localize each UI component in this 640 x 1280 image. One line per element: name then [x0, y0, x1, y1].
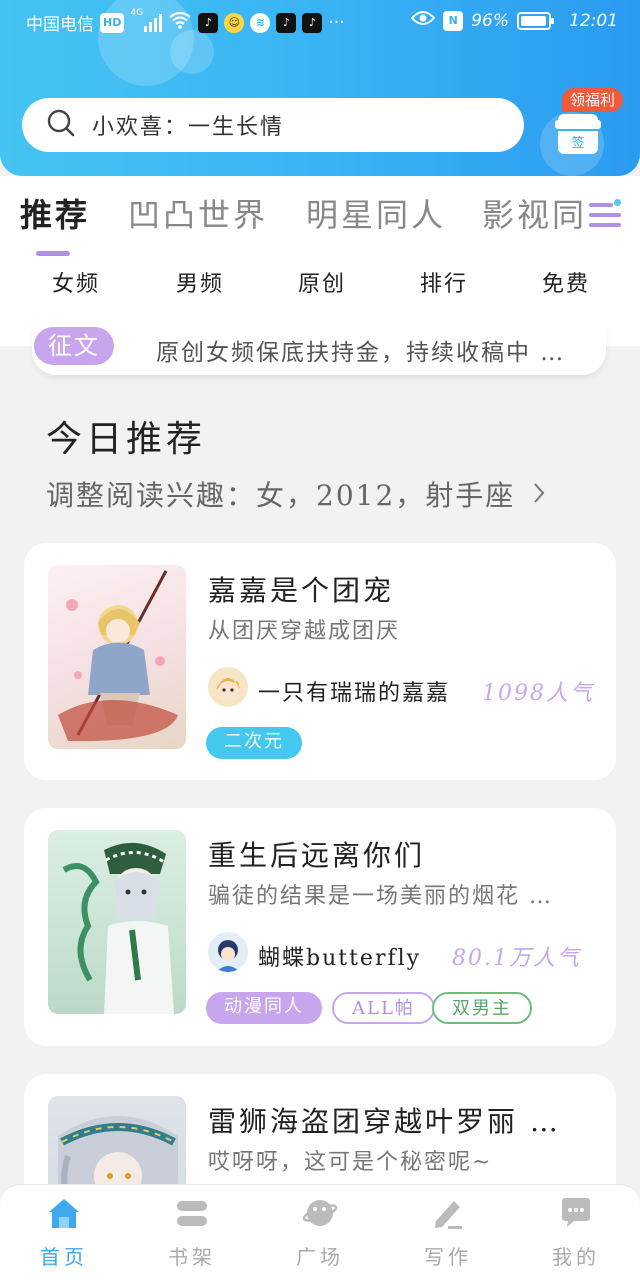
wifi-icon — [168, 11, 192, 34]
app-notification-icon: ☺ — [224, 12, 245, 33]
battery-icon — [517, 11, 554, 30]
subtab-free[interactable]: 免费 — [542, 266, 590, 298]
tag-chip[interactable]: 动漫同人 — [206, 992, 322, 1024]
avatar[interactable] — [208, 932, 248, 972]
search-bar[interactable]: 小欢喜：一生长情 — [22, 98, 524, 152]
tag-chip[interactable]: 二次元 — [206, 727, 302, 759]
book-title[interactable]: 雷狮海盗团穿越叶罗丽 … — [208, 1100, 561, 1140]
chat-bubble-icon — [558, 1195, 594, 1231]
chevron-right-icon — [532, 479, 546, 512]
subtab-female[interactable]: 女频 — [52, 266, 100, 298]
book-description: 骗徒的结果是一场美丽的烟花 … — [208, 884, 553, 909]
nav-label: 写作 — [424, 1245, 472, 1269]
nav-plaza[interactable]: 广场 — [270, 1195, 370, 1275]
category-tabs: 推荐 凹凸世界 明星同人 影视同 — [0, 190, 640, 250]
tab-recommend[interactable]: 推荐 — [20, 190, 90, 236]
reward-badge: 领福利 — [562, 88, 624, 112]
more-notifications-icon: ··· — [328, 12, 345, 33]
battery-percent: 96% — [471, 10, 509, 31]
avatar[interactable] — [208, 667, 248, 707]
popularity-count: 1098人气 — [482, 681, 594, 706]
search-input[interactable]: 小欢喜：一生长情 — [92, 109, 284, 141]
book-description: 哎呀呀，这可是个秘密呢~ — [208, 1150, 493, 1175]
interest-settings-label: 调整阅读兴趣：女，2012，射手座 — [46, 479, 516, 512]
planet-icon — [302, 1195, 338, 1231]
author-name[interactable]: 蝴蝶butterfly — [258, 940, 421, 972]
signal-icon: 4G — [130, 8, 163, 32]
tiktok-icon: ♪ — [276, 12, 297, 33]
subtab-ranking[interactable]: 排行 — [420, 266, 468, 298]
nfc-icon: N — [443, 10, 464, 31]
bottom-navigation: 首页 书架 广场 写作 我的 — [0, 1184, 640, 1280]
hd-icon: HD — [100, 12, 125, 33]
interest-settings-link[interactable]: 调整阅读兴趣：女，2012，射手座 — [46, 474, 546, 514]
status-bar: 中国电信 HD 4G ♪ ☺ ≋ ♪ ♪ ··· N 96% 12:01 — [0, 0, 640, 44]
tag-chip[interactable]: 双男主 — [432, 992, 532, 1024]
tiktok-icon: ♪ — [198, 12, 219, 33]
book-cover-image[interactable] — [48, 565, 186, 749]
search-icon — [46, 108, 76, 142]
popularity-count: 80.1万人气 — [452, 946, 581, 971]
book-card[interactable]: 嘉嘉是个团宠 从团厌穿越成团厌 一只有瑞瑞的嘉嘉 1098人气 二次元 — [24, 543, 616, 780]
subtab-original[interactable]: 原创 — [298, 266, 346, 298]
tab-celebrity-fanfic[interactable]: 明星同人 — [306, 190, 446, 236]
home-icon — [46, 1195, 82, 1231]
nav-profile[interactable]: 我的 — [526, 1195, 626, 1275]
tag-chip[interactable]: ALL帕 — [332, 992, 435, 1024]
gift-icon: 签 — [555, 114, 601, 154]
notice-text: 原创女频保底扶持金，持续收稿中 … — [156, 340, 566, 366]
nav-label: 首页 — [40, 1245, 88, 1269]
nav-label: 我的 — [552, 1245, 600, 1269]
nav-label: 广场 — [296, 1245, 344, 1269]
notice-banner[interactable]: 征文 原创女频保底扶持金，持续收稿中 … — [32, 325, 606, 375]
author-name[interactable]: 一只有瑞瑞的嘉嘉 — [258, 675, 450, 707]
pen-icon — [430, 1195, 466, 1231]
nav-label: 书架 — [168, 1245, 216, 1269]
sign-in-label: 签 — [571, 136, 585, 151]
nav-write[interactable]: 写作 — [398, 1195, 498, 1275]
bookshelf-icon — [174, 1195, 210, 1231]
book-title[interactable]: 嘉嘉是个团宠 — [208, 569, 394, 609]
tab-film-fanfic[interactable]: 影视同 — [482, 190, 586, 236]
nav-bookshelf[interactable]: 书架 — [142, 1195, 242, 1275]
sign-in-reward-button[interactable]: 领福利 签 — [546, 88, 624, 168]
section-title: 今日推荐 — [46, 419, 207, 460]
header: 中国电信 HD 4G ♪ ☺ ≋ ♪ ♪ ··· N 96% 12:01 小欢喜… — [0, 0, 640, 176]
subtab-male[interactable]: 男频 — [176, 266, 224, 298]
network-type-label: 4G — [130, 7, 144, 18]
contest-badge: 征文 — [34, 327, 114, 365]
book-cover-image[interactable] — [48, 830, 186, 1014]
clock: 12:01 — [569, 10, 618, 31]
book-card[interactable]: 重生后远离你们 骗徒的结果是一场美丽的烟花 … 蝴蝶butterfly 80.1… — [24, 808, 616, 1046]
audio-app-icon: ≋ — [250, 12, 271, 33]
category-menu-icon[interactable] — [589, 199, 621, 229]
eye-icon — [410, 10, 436, 31]
tiktok-icon: ♪ — [302, 12, 323, 33]
active-tab-indicator — [36, 251, 70, 256]
tab-aotu-world[interactable]: 凹凸世界 — [128, 190, 268, 236]
carrier-label: 中国电信 — [26, 15, 94, 35]
book-title[interactable]: 重生后远离你们 — [208, 834, 425, 874]
nav-home[interactable]: 首页 — [14, 1195, 114, 1275]
sub-category-nav: 女频 男频 原创 排行 免费 — [0, 266, 640, 298]
book-description: 从团厌穿越成团厌 — [208, 619, 401, 644]
